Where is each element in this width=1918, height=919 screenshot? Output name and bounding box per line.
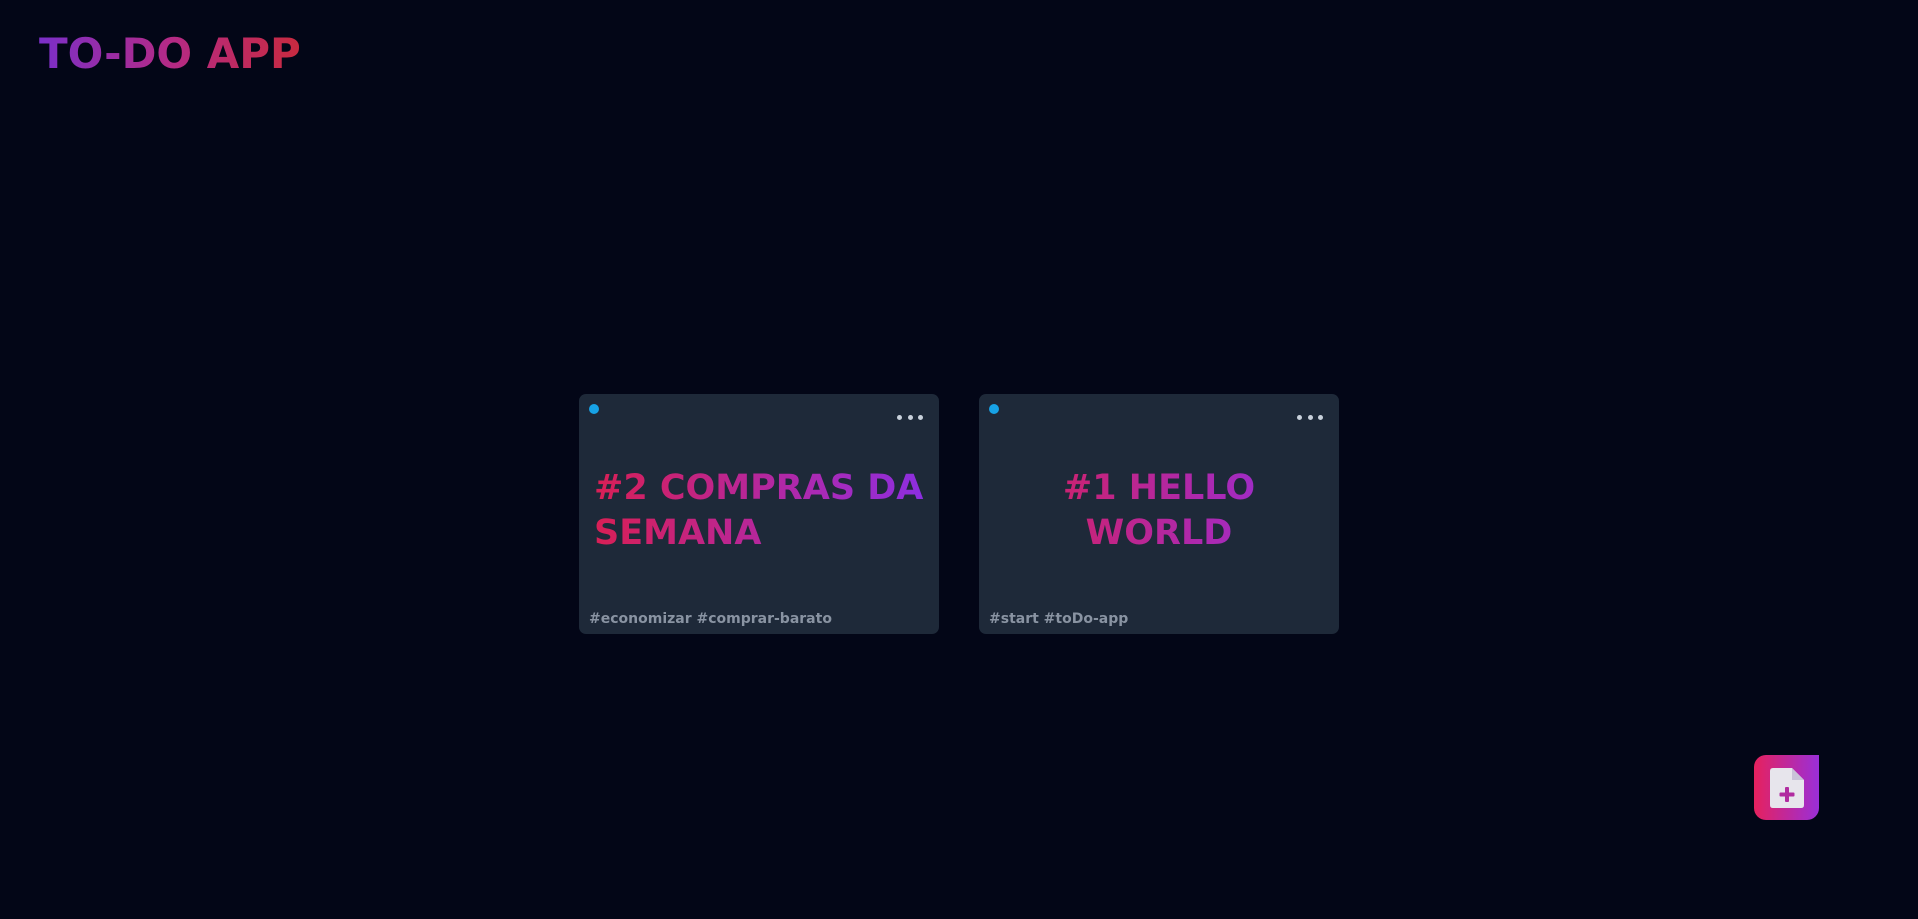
more-horizontal-icon[interactable]	[897, 412, 923, 422]
app-root: TO-DO APP #2 COMPRAS DA SEMANA #economiz…	[0, 0, 1918, 919]
todo-card[interactable]: #2 COMPRAS DA SEMANA #economizar #compra…	[579, 394, 939, 634]
status-dot-icon	[989, 404, 999, 414]
menu-dot	[1297, 414, 1302, 420]
todo-card-title-text: #1 HELLO WORLD	[994, 466, 1324, 556]
todo-card-title: #2 COMPRAS DA SEMANA	[594, 446, 924, 576]
menu-dot	[1307, 414, 1313, 420]
menu-dot	[918, 414, 923, 420]
todo-card-title-text: #2 COMPRAS DA SEMANA	[594, 466, 924, 556]
status-dot-icon	[589, 404, 599, 414]
file-plus-icon	[1769, 767, 1804, 808]
todo-card-title: #1 HELLO WORLD	[994, 446, 1324, 576]
menu-dot	[907, 414, 913, 420]
more-horizontal-icon[interactable]	[1297, 412, 1323, 422]
menu-dot	[1318, 414, 1323, 420]
menu-dot	[897, 414, 902, 420]
add-todo-button[interactable]	[1754, 755, 1819, 820]
todo-card-tags: #start #toDo-app	[989, 611, 1129, 627]
todo-card-tags: #economizar #comprar-barato	[589, 611, 832, 627]
todo-card-list: #2 COMPRAS DA SEMANA #economizar #compra…	[579, 394, 1339, 634]
todo-card[interactable]: #1 HELLO WORLD #start #toDo-app	[979, 394, 1339, 634]
app-title: TO-DO APP	[39, 26, 301, 82]
